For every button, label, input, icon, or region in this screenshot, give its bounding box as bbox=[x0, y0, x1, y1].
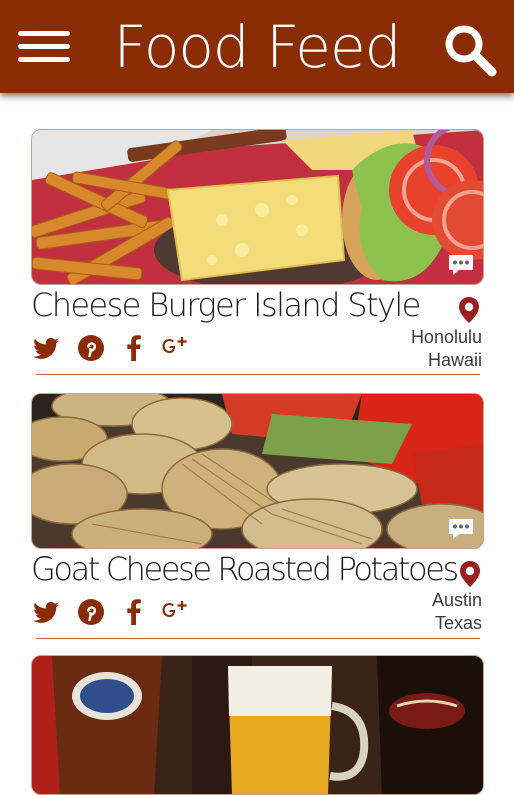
pinterest-icon bbox=[78, 335, 104, 361]
twitter-icon bbox=[33, 601, 59, 623]
location-pin-icon[interactable] bbox=[458, 296, 480, 324]
location-pin-icon[interactable] bbox=[459, 560, 481, 588]
pinterest-icon bbox=[78, 599, 104, 625]
location-city: Austin bbox=[431, 590, 482, 610]
comments-button[interactable] bbox=[448, 518, 474, 540]
beer-glasses-photo[interactable] bbox=[31, 655, 484, 795]
pinterest-share-button[interactable] bbox=[76, 333, 106, 363]
feed-card bbox=[31, 655, 484, 795]
location-city: Honolulu bbox=[410, 327, 482, 347]
comment-bubble-icon bbox=[449, 519, 473, 539]
facebook-share-button[interactable] bbox=[119, 333, 149, 363]
comment-bubble-icon bbox=[449, 255, 473, 275]
search-icon bbox=[445, 25, 497, 77]
google-plus-icon bbox=[162, 337, 187, 353]
google-plus-share-button[interactable] bbox=[159, 333, 189, 363]
post-location: Austin Texas bbox=[432, 589, 482, 635]
app-title: Food Feed bbox=[113, 13, 402, 81]
twitter-share-button[interactable] bbox=[31, 333, 61, 363]
app-header: Food Feed bbox=[0, 0, 514, 93]
post-location: Honolulu Hawaii bbox=[411, 326, 482, 372]
roasted-potatoes-photo[interactable] bbox=[31, 393, 484, 549]
post-title[interactable]: Cheese Burger Island Style bbox=[31, 285, 421, 325]
pinterest-share-button[interactable] bbox=[76, 597, 106, 627]
location-region: Texas bbox=[434, 613, 482, 633]
feed-card: Cheese Burger Island Style Honolulu Hawa… bbox=[31, 129, 484, 377]
google-plus-icon bbox=[162, 601, 187, 617]
feed-card: Goat Cheese Roasted Potatoes Austin Texa… bbox=[31, 393, 484, 641]
facebook-icon bbox=[127, 335, 141, 361]
search-button[interactable] bbox=[442, 22, 498, 78]
location-region: Hawaii bbox=[427, 350, 482, 370]
twitter-icon bbox=[33, 337, 59, 359]
post-title[interactable]: Goat Cheese Roasted Potatoes bbox=[31, 549, 459, 589]
google-plus-share-button[interactable] bbox=[159, 597, 189, 627]
twitter-share-button[interactable] bbox=[31, 597, 61, 627]
facebook-share-button[interactable] bbox=[119, 597, 149, 627]
card-divider bbox=[36, 638, 480, 639]
cheeseburger-with-fries-photo[interactable] bbox=[31, 129, 484, 285]
facebook-icon bbox=[127, 599, 141, 625]
card-divider bbox=[36, 374, 480, 375]
comments-button[interactable] bbox=[448, 254, 474, 276]
